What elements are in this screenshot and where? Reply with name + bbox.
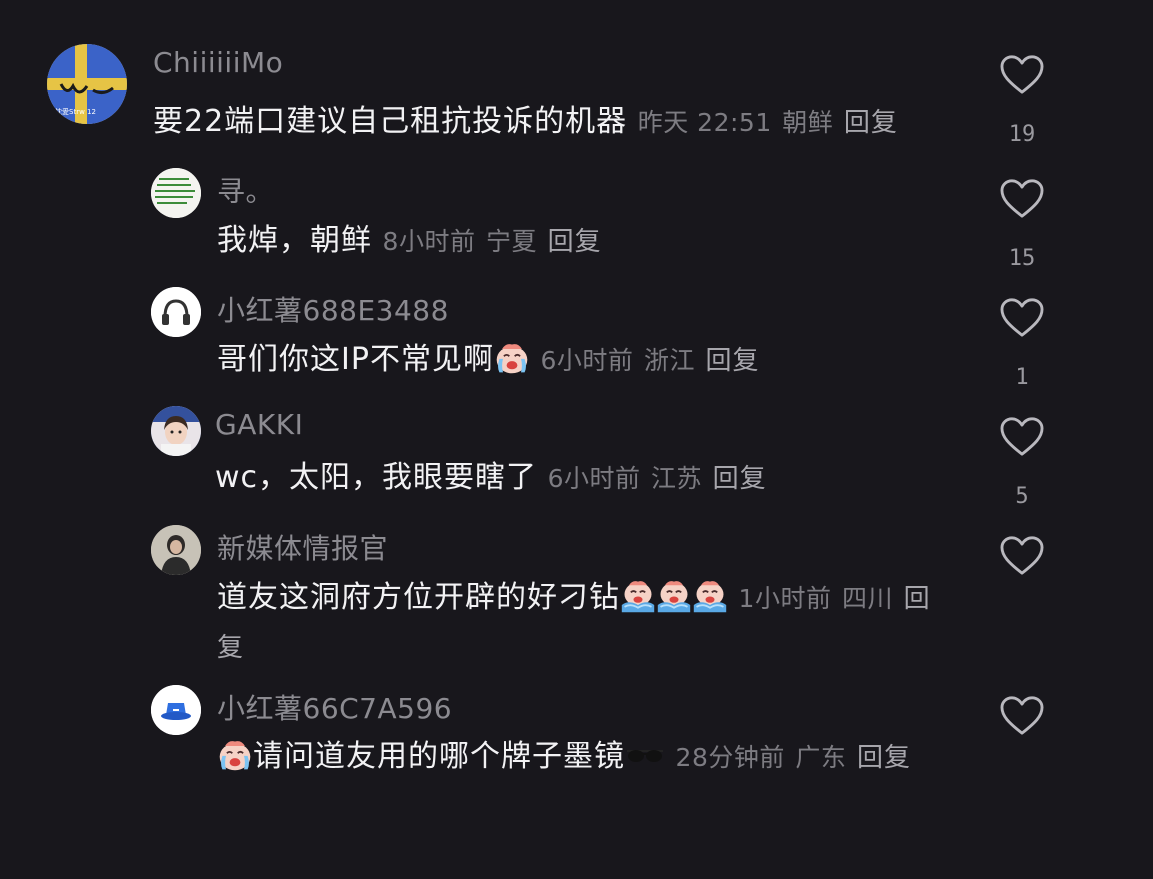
avatar-image: 枕愛Strw 12 xyxy=(47,44,127,124)
comment-time: 6小时前 xyxy=(547,464,641,493)
like-button[interactable] xyxy=(996,695,1048,763)
comment-text-block: 请问道友用的哪个牌子墨镜 28分钟前 广东 回复 xyxy=(217,733,957,782)
svg-text:枕愛Strw 12: 枕愛Strw 12 xyxy=(55,107,96,116)
comment-location: 四川 xyxy=(842,584,894,613)
username[interactable]: 小红薯66C7A596 xyxy=(217,687,452,727)
avatar[interactable] xyxy=(151,168,201,218)
crying-emoji-icon xyxy=(656,578,692,614)
comment-location: 宁夏 xyxy=(486,227,538,256)
comment-text: 我焯，朝鲜 xyxy=(217,223,372,258)
like-count: 19 xyxy=(1008,122,1036,147)
crying-emoji-icon xyxy=(620,578,656,614)
username[interactable]: ChiiiiiiMo xyxy=(153,46,283,79)
comment-text: 道友这洞府方位开辟的好刁钻 xyxy=(217,580,620,615)
crying-emoji-icon xyxy=(494,340,530,376)
comment-time: 昨天 22:51 xyxy=(637,108,772,137)
comment-location: 广东 xyxy=(795,743,847,772)
like-button[interactable] xyxy=(996,535,1048,603)
like-button[interactable]: 15 xyxy=(996,178,1048,271)
like-count: 5 xyxy=(1015,484,1029,509)
like-button[interactable]: 19 xyxy=(996,54,1048,147)
comment-time: 1小时前 xyxy=(738,584,832,613)
like-button[interactable]: 5 xyxy=(996,416,1048,509)
like-button[interactable]: 1 xyxy=(996,297,1048,390)
username[interactable]: GAKKI xyxy=(215,408,303,441)
avatar-image xyxy=(151,168,201,218)
comment-text-block: 要22端口建议自己租抗投诉的机器 昨天 22:51 朝鲜 回复 xyxy=(153,98,973,147)
comment-text: 哥们你这IP不常见啊 xyxy=(217,342,494,377)
comment-text-block: wc，太阳，我眼要瞎了 6小时前 江苏 回复 xyxy=(215,454,955,503)
comment-text: 请问道友用的哪个牌子墨镜 xyxy=(253,739,625,774)
reply-button[interactable]: 回复 xyxy=(548,227,602,257)
crying-emoji-icon xyxy=(217,737,253,773)
comment-location: 朝鲜 xyxy=(782,108,834,137)
username[interactable]: 新媒体情报官 xyxy=(217,527,388,567)
comment-text-block: 我焯，朝鲜 8小时前 宁夏 回复 xyxy=(217,217,957,266)
reply-button[interactable]: 回复 xyxy=(713,464,767,494)
avatar-image xyxy=(151,525,201,575)
bucket-hat-avatar-icon xyxy=(151,685,201,735)
headphones-avatar-icon xyxy=(151,287,201,337)
crying-emoji-icon xyxy=(692,578,728,614)
like-count: 1 xyxy=(1015,365,1029,390)
heart-outline-icon xyxy=(999,54,1045,96)
avatar[interactable] xyxy=(151,287,201,337)
heart-outline-icon xyxy=(999,535,1045,577)
avatar[interactable] xyxy=(151,525,201,575)
reply-button[interactable]: 回复 xyxy=(706,346,760,376)
avatar[interactable] xyxy=(151,685,201,735)
avatar[interactable]: 枕愛Strw 12 xyxy=(47,44,127,124)
heart-outline-icon xyxy=(999,695,1045,737)
comment-text: 要22端口建议自己租抗投诉的机器 xyxy=(153,104,628,139)
reply-button[interactable]: 回复 xyxy=(844,108,898,138)
comment-text: wc，太阳，我眼要瞎了 xyxy=(215,460,538,495)
username[interactable]: 小红薯688E3488 xyxy=(217,289,449,329)
heart-outline-icon xyxy=(999,416,1045,458)
heart-outline-icon xyxy=(999,297,1045,339)
comment-text-block: 道友这洞府方位开辟的好刁钻 1小时前 四川 回复 xyxy=(217,574,957,672)
comment-location: 江苏 xyxy=(651,464,703,493)
username[interactable]: 寻。 xyxy=(217,170,274,210)
comment-time: 6小时前 xyxy=(540,346,634,375)
sunglasses-emoji-icon xyxy=(627,750,663,762)
heart-outline-icon xyxy=(999,178,1045,220)
avatar[interactable] xyxy=(151,406,201,456)
reply-button[interactable]: 回复 xyxy=(857,743,911,773)
avatar-image xyxy=(151,406,201,456)
like-count: 15 xyxy=(1008,246,1036,271)
comment-time: 8小时前 xyxy=(382,227,476,256)
comment-time: 28分钟前 xyxy=(675,743,785,772)
comment-text-block: 哥们你这IP不常见啊 6小时前 浙江 回复 xyxy=(217,336,957,385)
comment-location: 浙江 xyxy=(643,346,695,375)
